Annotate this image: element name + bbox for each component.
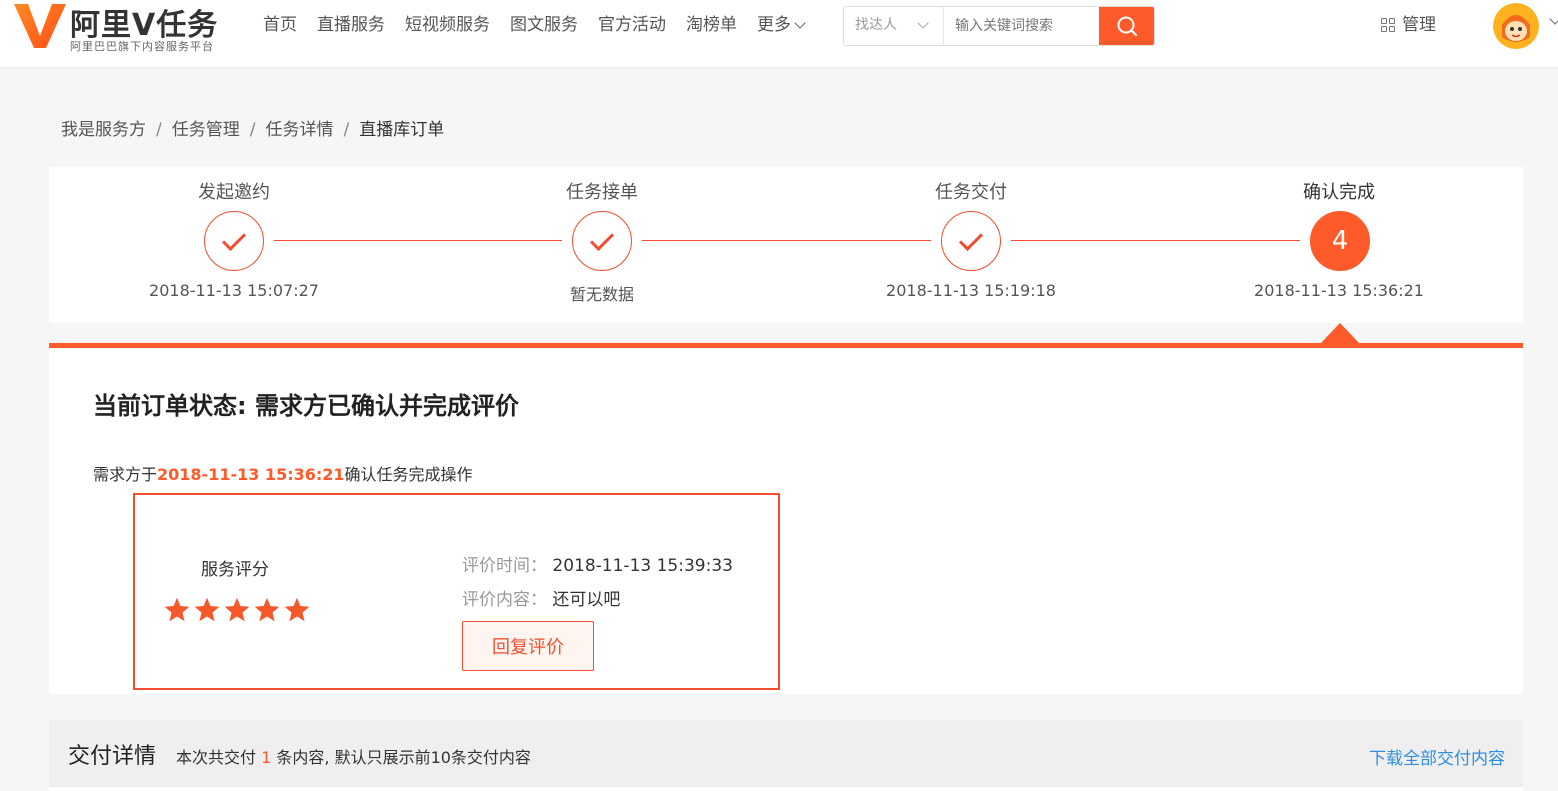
step-title: 发起邀约 <box>198 182 270 203</box>
delivery-body <box>49 787 1523 791</box>
review-box: 服务评分 评价时间： 2018-11-13 15:39:33 评价内容： 还可以… <box>133 493 780 690</box>
step-time: 2018-11-13 15:36:21 <box>1254 281 1424 300</box>
manage-link[interactable]: 管理 <box>1381 12 1436 38</box>
search-input[interactable] <box>945 7 1101 45</box>
delivery-desc: 本次共交付 1 条内容, 默认只展示前10条交付内容 <box>176 744 531 768</box>
step-done-indicator <box>941 211 1001 271</box>
avatar[interactable] <box>1493 3 1539 49</box>
chevron-down-icon <box>794 16 806 29</box>
delivery-desc-prefix: 本次共交付 <box>176 748 257 767</box>
status-desc-time: 2018-11-13 15:36:21 <box>157 465 345 484</box>
logo-subtitle: 阿里巴巴旗下内容服务平台 <box>70 40 214 53</box>
logo-v-icon <box>14 4 66 48</box>
check-icon <box>589 226 615 251</box>
star-icon <box>284 597 310 622</box>
delivery-count: 1 <box>261 748 272 767</box>
nav-taobao-ranking[interactable]: 淘榜单 <box>686 12 737 38</box>
nav-graphic-service[interactable]: 图文服务 <box>510 12 578 38</box>
step-pointer-arrow <box>1321 323 1359 343</box>
review-time-row: 评价时间： 2018-11-13 15:39:33 <box>462 551 733 576</box>
star-rating <box>163 596 313 624</box>
status-desc-prefix: 需求方于 <box>93 465 158 484</box>
download-all-link[interactable]: 下载全部交付内容 <box>1369 744 1505 769</box>
breadcrumb-separator: / <box>249 120 256 140</box>
chevron-down-icon <box>917 17 929 29</box>
search-category-select[interactable]: 找达人 <box>844 7 944 45</box>
nav-live-service[interactable]: 直播服务 <box>317 12 385 38</box>
nav-more-label: 更多 <box>757 15 791 35</box>
review-time-value: 2018-11-13 15:39:33 <box>552 556 733 576</box>
breadcrumb-separator: / <box>343 120 350 140</box>
breadcrumb-separator: / <box>156 120 162 140</box>
top-header: 阿里V任务 阿里巴巴旗下内容服务平台 首页 直播服务 短视频服务 图文服务 官方… <box>0 0 1558 68</box>
breadcrumb-item[interactable]: 我是服务方 <box>61 120 146 140</box>
order-status-title: 当前订单状态: 需求方已确认并完成评价 <box>93 392 519 420</box>
order-status-panel: 当前订单状态: 需求方已确认并完成评价 需求方于2018-11-13 15:36… <box>49 343 1523 694</box>
progress-steps: 发起邀约 2018-11-13 15:07:27 任务接单 暂无数据 任务交付 … <box>49 167 1523 343</box>
reply-review-button[interactable]: 回复评价 <box>462 621 594 671</box>
star-icon <box>194 597 220 622</box>
review-time-label: 评价时间： <box>462 556 547 576</box>
check-icon <box>221 226 247 251</box>
search-button[interactable] <box>1099 7 1154 45</box>
search-bar: 找达人 <box>843 6 1155 46</box>
nav-more[interactable]: 更多 <box>757 12 806 38</box>
nav-short-video-service[interactable]: 短视频服务 <box>405 12 490 38</box>
main-nav: 首页 直播服务 短视频服务 图文服务 官方活动 淘榜单 更多 <box>263 12 824 38</box>
breadcrumb-item[interactable]: 任务详情 <box>265 120 333 140</box>
step-connector <box>1011 240 1300 241</box>
manage-label: 管理 <box>1402 15 1436 35</box>
search-category-label: 找达人 <box>855 17 897 33</box>
rating-label: 服务评分 <box>201 560 269 580</box>
star-icon <box>164 597 190 622</box>
step-connector <box>274 240 562 241</box>
delivery-title: 交付详情 <box>68 744 157 769</box>
star-icon <box>224 597 250 622</box>
breadcrumb-item[interactable]: 任务管理 <box>172 120 240 140</box>
nav-official-activity[interactable]: 官方活动 <box>598 12 666 38</box>
step-done-indicator <box>572 211 632 271</box>
step-done-indicator <box>204 211 264 271</box>
step-active-indicator: 4 <box>1310 211 1370 271</box>
avatar-icon <box>1493 3 1539 49</box>
review-content-value: 还可以吧 <box>552 590 621 610</box>
step-title: 任务接单 <box>566 182 638 203</box>
delivery-desc-suffix: 条内容, 默认只展示前10条交付内容 <box>276 748 531 767</box>
search-icon <box>1117 16 1137 37</box>
step-connector <box>642 240 931 241</box>
check-icon <box>958 226 984 251</box>
order-status-desc: 需求方于2018-11-13 15:36:21确认任务完成操作 <box>93 461 473 485</box>
step-time: 2018-11-13 15:07:27 <box>149 281 319 300</box>
site-logo[interactable]: 阿里V任务 阿里巴巴旗下内容服务平台 <box>12 0 232 60</box>
step-time: 2018-11-13 15:19:18 <box>886 281 1056 300</box>
nav-home[interactable]: 首页 <box>263 12 297 38</box>
star-icon <box>254 597 280 622</box>
grid-icon <box>1381 18 1395 32</box>
step-title: 任务交付 <box>935 182 1007 203</box>
chevron-down-icon[interactable] <box>1549 13 1558 25</box>
step-time: 暂无数据 <box>569 285 634 304</box>
review-content-row: 评价内容： 还可以吧 <box>462 585 620 610</box>
breadcrumb-current: 直播库订单 <box>359 120 445 140</box>
breadcrumb: 我是服务方 / 任务管理 / 任务详情 / 直播库订单 <box>61 115 444 140</box>
delivery-details-header: 交付详情 本次共交付 1 条内容, 默认只展示前10条交付内容 下载全部交付内容 <box>49 720 1523 791</box>
review-content-label: 评价内容： <box>462 590 547 610</box>
step-title: 确认完成 <box>1303 182 1375 203</box>
status-desc-suffix: 确认任务完成操作 <box>344 465 473 484</box>
